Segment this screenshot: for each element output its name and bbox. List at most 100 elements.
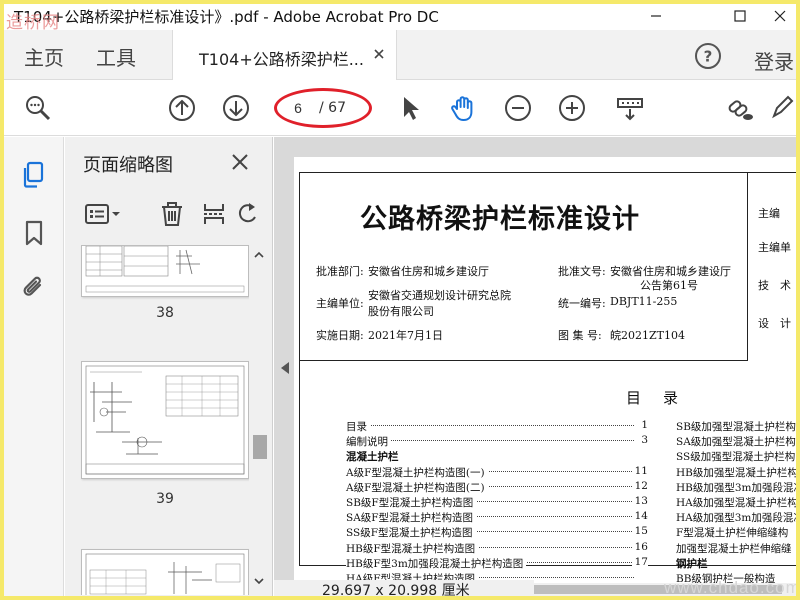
toc-entry[interactable]: HB级加强型3m加强段混凝 <box>676 480 796 495</box>
window-title: T104+公路桥梁护栏标准设计》.pdf - Adobe Acrobat Pro… <box>14 8 439 26</box>
share-link-button[interactable] <box>726 94 754 122</box>
thumbnail-scrollbar[interactable] <box>249 245 269 595</box>
toc-entry[interactable]: SA级加强型混凝土护栏构 <box>676 434 796 449</box>
document-title: 公路桥梁护栏标准设计 <box>360 204 640 235</box>
prev-page-button[interactable] <box>168 94 196 122</box>
toc-entry[interactable]: HB级加强型混凝土护栏构 <box>676 465 796 480</box>
toc-entry[interactable]: SB级F型混凝土护栏构造图 13 <box>346 495 648 510</box>
toc-entry-page: 17 <box>631 555 648 568</box>
scroll-down-icon[interactable] <box>253 575 265 587</box>
maximize-icon <box>734 10 746 22</box>
login-button[interactable]: 登录 <box>754 46 794 75</box>
page-thumbnail[interactable] <box>81 245 249 297</box>
toc-entry-title: SA级F型混凝土护栏构造图 <box>346 510 477 526</box>
toc-entry[interactable]: A级F型混凝土护栏构造图(二) 12 <box>346 479 648 495</box>
toc-entry-page: 14 <box>631 510 648 523</box>
cursor-arrow-icon <box>404 97 419 120</box>
tab-home[interactable]: 主页 <box>24 42 64 71</box>
toc-entry-title: A级F型混凝土护栏构造图(一) <box>346 464 488 480</box>
toc-entry-title: 编制说明 <box>346 434 391 450</box>
pdf-page: 公路桥梁护栏标准设计 批准部门: 安徽省住房和城乡建设厅 批准文号: 安徽省住房… <box>294 157 796 583</box>
thumbnails-panel: 页面缩略图 38 39 <box>65 137 273 596</box>
watermark-url: www.chdao.com <box>664 578 796 596</box>
delete-page-button[interactable] <box>159 199 185 229</box>
document-view: 公路桥梁护栏标准设计 批准部门: 安徽省住房和城乡建设厅 批准文号: 安徽省住房… <box>274 137 796 596</box>
scrollbar-thumb[interactable] <box>253 435 267 459</box>
close-window-button[interactable] <box>760 4 796 28</box>
scroll-up-icon[interactable] <box>253 249 265 261</box>
toc-entry[interactable]: SB级加强型混凝土护栏构 <box>676 419 796 434</box>
next-page-button[interactable] <box>222 94 250 122</box>
hand-tool-button[interactable] <box>450 94 478 122</box>
side-label: 主编 <box>758 207 780 220</box>
approval-dept-label: 批准部门: <box>316 265 364 278</box>
tab-document[interactable]: T104+公路桥梁护栏... <box>172 30 397 80</box>
toc-entry[interactable]: A级F型混凝土护栏构造图(一) 11 <box>346 464 648 480</box>
unified-no: DBJT11-255 <box>610 295 678 308</box>
options-list-icon <box>85 204 120 224</box>
bookmark-icon[interactable] <box>20 219 48 247</box>
toc-entry-title: SS级F型混凝土护栏构造图 <box>346 525 476 541</box>
page-thumbnails-icon[interactable] <box>20 161 48 189</box>
toolbar: / 67 <box>4 80 796 136</box>
maximize-button[interactable] <box>720 4 760 28</box>
thumbnail-list: 38 39 <box>75 245 265 595</box>
toc-entry-page: 11 <box>631 464 648 477</box>
sign-button[interactable] <box>768 94 796 122</box>
toc-entry[interactable]: 编制说明 3 <box>346 434 648 450</box>
toc-entry[interactable]: 加强型混凝土护栏伸缩缝 <box>676 541 792 556</box>
trash-icon <box>162 202 182 226</box>
impl-date: 2021年7月1日 <box>368 329 443 342</box>
page-thumbnail[interactable] <box>81 361 249 479</box>
title-bar: T104+公路桥梁护栏标准设计》.pdf - Adobe Acrobat Pro… <box>4 4 796 33</box>
page-number-input[interactable] <box>283 97 313 119</box>
toc-title: 目录 <box>626 389 701 407</box>
find-button[interactable] <box>24 94 52 122</box>
help-icon[interactable]: ? <box>694 42 722 70</box>
hand-icon <box>451 96 473 121</box>
side-label: 技 术 <box>758 279 791 292</box>
toc-entry[interactable]: SS级F型混凝土护栏构造图 15 <box>346 525 648 541</box>
tab-tools[interactable]: 工具 <box>96 42 136 71</box>
toc-entry-page: 13 <box>631 495 648 507</box>
plus-circle-icon <box>559 95 585 121</box>
thumbnail-drawing <box>85 553 245 595</box>
toc-entry[interactable]: 混凝土护栏 <box>346 449 648 465</box>
toc-entry-title: SB级F型混凝土护栏构造图 <box>346 495 477 510</box>
attachment-icon[interactable] <box>20 273 48 301</box>
toc-entry-page: 15 <box>631 525 648 538</box>
left-rail <box>4 137 64 596</box>
toc-entry[interactable]: F型混凝土护栏伸缩缝构 <box>676 525 788 540</box>
cover-info-box: 公路桥梁护栏标准设计 批准部门: 安徽省住房和城乡建设厅 批准文号: 安徽省住房… <box>300 173 748 361</box>
close-tab-icon[interactable] <box>371 46 387 62</box>
toc-entry[interactable]: HA级加强型3m加强段混凝 <box>676 510 796 525</box>
rotate-page-button[interactable] <box>237 199 259 229</box>
toc-leader-dots <box>346 425 634 426</box>
select-tool-button[interactable] <box>396 94 424 122</box>
toc-entry-title: HB级F型3m加强段混凝土护栏构造图 <box>346 555 527 571</box>
toc-entry[interactable]: HB级F型3m加强段混凝土护栏构造图 17 <box>346 555 648 571</box>
zoom-in-button[interactable] <box>558 94 586 122</box>
collapse-panel-icon[interactable] <box>280 361 290 375</box>
page-total: / 67 <box>319 100 346 116</box>
page-thumbnail[interactable] <box>81 549 249 595</box>
panel-toolbar <box>65 195 273 235</box>
fit-page-button[interactable] <box>616 94 644 122</box>
page-size-status: 29.697 x 20.998 厘米 <box>274 580 534 596</box>
thumbnail-options-button[interactable] <box>85 199 121 229</box>
rotate-icon <box>238 203 256 223</box>
split-page-button[interactable] <box>201 199 227 229</box>
toc-entry-page: 16 <box>631 540 648 553</box>
document-tab-label: T104+公路桥梁护栏... <box>199 50 364 69</box>
thumbnail-number: 39 <box>156 491 174 507</box>
minimize-button[interactable] <box>636 4 676 28</box>
editor-unit-label: 主编单位: <box>316 297 364 310</box>
toc-entry[interactable]: SS级加强型混凝土护栏构 <box>676 449 795 464</box>
toc-entry[interactable]: SA级F型混凝土护栏构造图 14 <box>346 510 648 526</box>
toc-entry[interactable]: 目录 1 <box>346 419 648 434</box>
close-panel-icon[interactable] <box>229 151 251 173</box>
zoom-out-button[interactable] <box>504 94 532 122</box>
toc-entry[interactable]: HB级F型混凝土护栏构造图 16 <box>346 540 648 556</box>
toc-entry[interactable]: 钢护栏 <box>676 556 708 571</box>
toc-entry[interactable]: HA级加强型混凝土护栏构 <box>676 495 796 510</box>
